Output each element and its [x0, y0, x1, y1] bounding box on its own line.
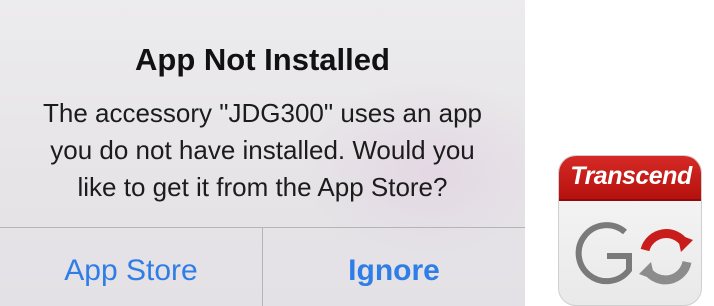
brand-band: Transcend: [559, 156, 701, 201]
app-not-installed-alert: App Not Installed The accessory "JDG300"…: [0, 0, 525, 306]
alert-message-line: you do not have installed. Would you: [50, 135, 475, 165]
alert-message-line: The accessory "JDG300" uses an app: [42, 98, 483, 128]
transcend-go-app-icon: Transcend: [558, 155, 702, 306]
screen: App Not Installed The accessory "JDG300"…: [0, 0, 714, 306]
alert-button-row: App Store Ignore: [0, 227, 525, 306]
go-logo-icon: [575, 222, 693, 285]
app-store-button[interactable]: App Store: [0, 228, 262, 306]
ignore-button[interactable]: Ignore: [262, 228, 525, 306]
alert-title: App Not Installed: [135, 42, 390, 77]
transcend-logo-text: Transcend: [570, 162, 692, 190]
alert-message: The accessory "JDG300" uses an app you d…: [20, 95, 505, 206]
alert-message-line: like to get it from the App Store?: [77, 172, 448, 202]
